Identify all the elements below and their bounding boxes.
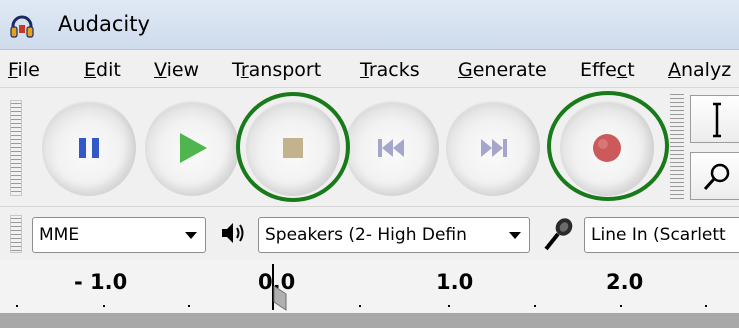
menu-file-label: ile: [17, 59, 40, 81]
skip-to-start-button[interactable]: [345, 100, 439, 196]
headphones-icon: [10, 15, 34, 38]
ruler-label: - 1.0: [74, 270, 128, 294]
menu-transport-mnemonic: r: [240, 59, 249, 81]
menu-effect-mnemonic: c: [616, 59, 628, 81]
ruler-tick: [16, 305, 18, 307]
record-button[interactable]: [560, 100, 654, 196]
ruler-label: 1.0: [436, 270, 474, 294]
menu-view-label: iew: [166, 59, 200, 81]
menu-transport[interactable]: Transport: [232, 59, 321, 81]
ruler-tick: [188, 305, 190, 307]
audio-host-value: MME: [39, 225, 80, 245]
pause-button[interactable]: [42, 100, 136, 196]
input-device-value: Line In (Scarlett: [591, 225, 726, 245]
selection-tool-button[interactable]: [690, 95, 739, 143]
menu-edit-mnemonic: E: [84, 59, 97, 81]
play-head-icon[interactable]: [270, 286, 288, 312]
window-title: Audacity: [58, 12, 150, 36]
menu-generate-label: enerate: [472, 59, 547, 81]
menu-analyze-label: nalyz: [681, 59, 732, 81]
zoom-tool-icon: [703, 163, 730, 191]
stop-icon: [283, 138, 303, 158]
toolbar-grip[interactable]: [10, 100, 22, 196]
menu-tracks-mnemonic: T: [360, 59, 369, 81]
speaker-icon: [222, 223, 244, 243]
stop-button[interactable]: [246, 100, 340, 196]
menu-analyze[interactable]: Analyz: [668, 59, 731, 81]
pause-icon: [79, 138, 99, 158]
ruler-tick: [359, 305, 361, 307]
menu-generate[interactable]: Generate: [458, 59, 547, 81]
menu-tracks-label: racks: [368, 59, 420, 81]
device-toolbar: MME Speakers (2- High Defin Line In (Sca…: [0, 206, 739, 258]
audio-host-select[interactable]: MME: [32, 217, 206, 253]
title-bar: Audacity: [0, 0, 739, 50]
menu-tracks[interactable]: Tracks: [360, 59, 420, 81]
menu-view-mnemonic: V: [154, 59, 167, 81]
ruler-tick: [620, 305, 622, 307]
output-device-value: Speakers (2- High Defin: [265, 225, 467, 245]
selection-tool-icon: [713, 102, 721, 138]
menu-bar: File Edit View Transport Tracks Generate…: [0, 52, 739, 88]
menu-effect-label: t: [627, 59, 635, 81]
device-toolbar-grip[interactable]: [10, 215, 22, 253]
menu-transport-prefix: T: [232, 59, 241, 81]
zoom-tool-button[interactable]: [690, 152, 739, 200]
menu-edit[interactable]: Edit: [84, 59, 121, 81]
ruler-tick: [705, 305, 707, 307]
chevron-down-icon: [509, 232, 521, 239]
chevron-down-icon: [185, 232, 197, 239]
menu-transport-label: ansport: [248, 59, 322, 81]
menu-effect[interactable]: Effect: [580, 59, 635, 81]
ruler-tick: [448, 305, 450, 307]
ruler-tick: [534, 305, 536, 307]
track-area-edge: [0, 313, 739, 328]
menu-effect-prefix: Effe: [580, 59, 617, 81]
record-icon: [593, 134, 621, 162]
menu-file-mnemonic: F: [8, 59, 18, 81]
menu-view[interactable]: View: [154, 59, 199, 81]
play-button[interactable]: [145, 100, 239, 196]
play-icon: [180, 133, 207, 163]
microphone-icon: [544, 218, 573, 251]
menu-file[interactable]: File: [8, 59, 40, 81]
skip-to-end-icon: [481, 139, 507, 157]
menu-analyze-mnemonic: A: [668, 59, 681, 81]
skip-to-start-icon: [378, 139, 404, 157]
timeline-ruler[interactable]: - 1.0 0.0 1.0 2.0: [0, 260, 739, 313]
input-device-select[interactable]: Line In (Scarlett: [584, 217, 739, 253]
menu-edit-label: dit: [96, 59, 121, 81]
menu-generate-mnemonic: G: [458, 59, 473, 81]
tools-grip[interactable]: [670, 92, 684, 202]
skip-to-end-button[interactable]: [446, 100, 540, 196]
transport-toolbar: [0, 92, 739, 204]
ruler-label: 2.0: [606, 270, 644, 294]
ruler-tick: [103, 305, 105, 307]
output-device-select[interactable]: Speakers (2- High Defin: [258, 217, 530, 253]
